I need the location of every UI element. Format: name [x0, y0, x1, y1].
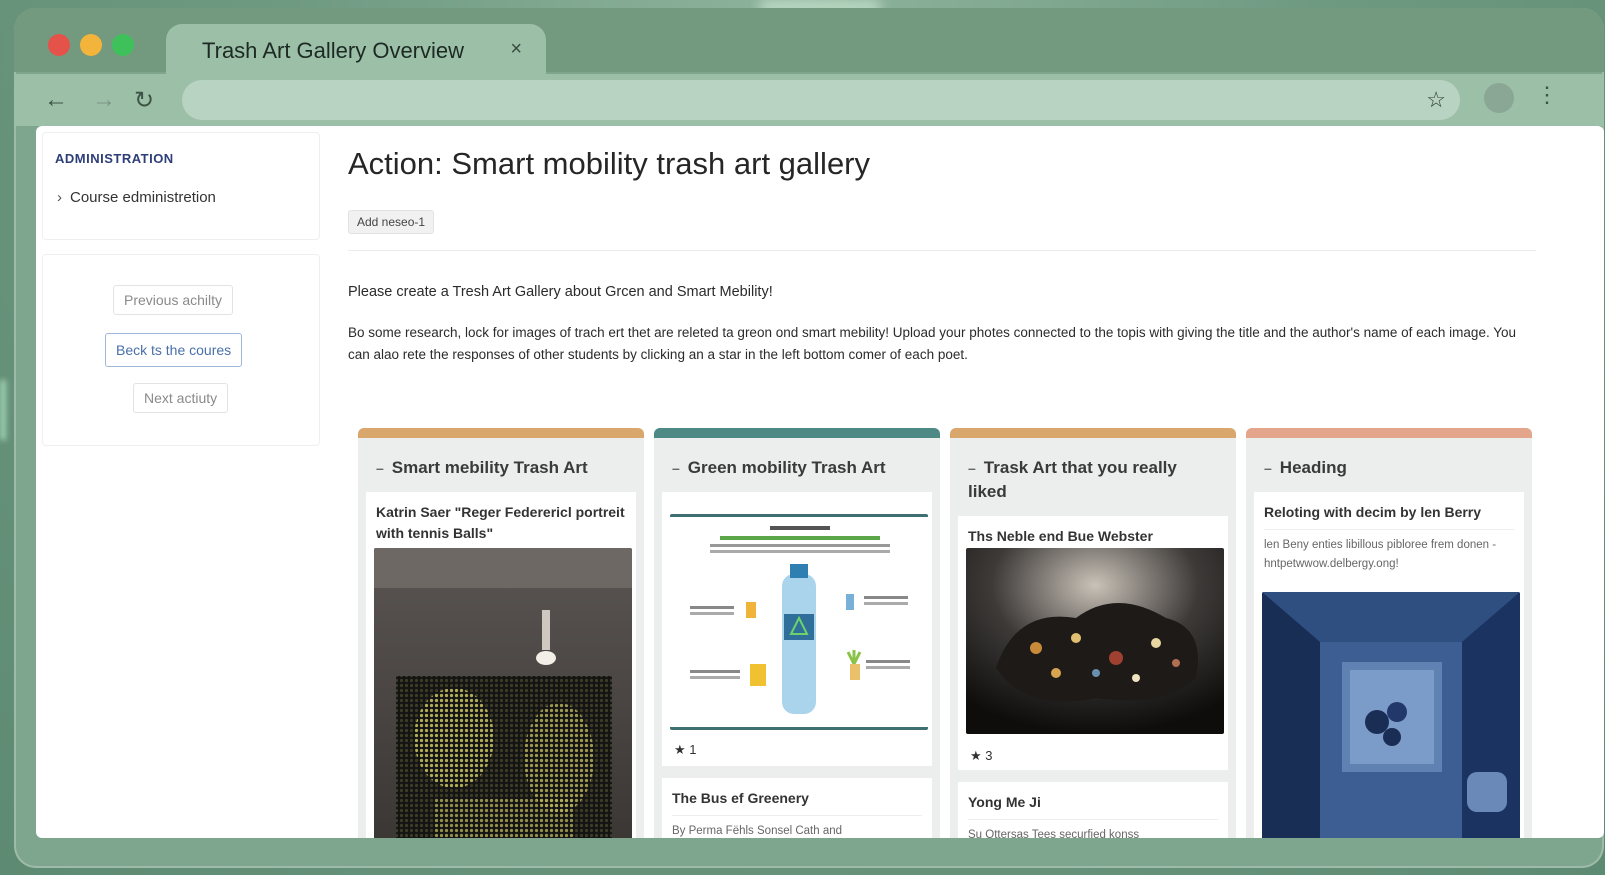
blue-room-photo — [1262, 592, 1520, 838]
maximize-window-button[interactable] — [112, 34, 134, 56]
collapse-icon[interactable]: – — [672, 460, 680, 476]
sidebar: ADMINISTRATION › Course edministretion Pr… — [36, 126, 324, 838]
post-card[interactable]: Katrin Saer "Reger Federericl portreit w… — [366, 492, 636, 838]
address-bar[interactable]: ☆ — [182, 80, 1460, 120]
post-title: Reloting with decim by len Berry — [1264, 504, 1482, 520]
post-subtitle: len Beny enties libillous pibloree frem … — [1264, 529, 1514, 574]
forward-arrow-icon[interactable]: → — [92, 86, 116, 114]
post-card[interactable]: Reloting with decim by len Berry len Ben… — [1254, 492, 1524, 838]
rating-count: 1 — [689, 742, 697, 757]
collapse-icon[interactable]: – — [968, 460, 976, 476]
browser-toolbar: ← → ↻ ☆ ⋮ — [14, 74, 1604, 126]
column-heading[interactable]: – Trask Art that you really liked — [950, 438, 1236, 503]
previous-activity-button[interactable]: Previous achilty — [113, 285, 234, 315]
page-title: Action: Smart mobility trash art gallery — [348, 146, 871, 181]
course-administration-label: Course edministretion — [70, 189, 216, 206]
column-heading-label: Trask Art that you really liked — [968, 458, 1177, 501]
column-accent-bar — [358, 428, 644, 438]
collapse-icon[interactable]: – — [376, 460, 384, 476]
back-to-course-button[interactable]: Beck ts the coures — [105, 333, 243, 367]
post-card[interactable]: Yong Me Ji Su Ottersas Tees securfied ko… — [958, 782, 1228, 838]
rating-count: 3 — [985, 748, 993, 763]
description-text: Bo some research, lock for images of tra… — [348, 325, 1516, 362]
administration-heading: ADMINISTRATION — [55, 151, 174, 166]
post-card[interactable]: The Bus ef Greenery By Perma Fëhls Sonse… — [662, 778, 932, 838]
column-heading[interactable]: – Green mobility Trash Art — [654, 438, 940, 480]
post-image[interactable] — [374, 548, 632, 838]
gallery-column-heading: – Heading Reloting with decim by len Berr… — [1246, 428, 1532, 838]
profile-avatar[interactable] — [1484, 83, 1514, 113]
close-tab-icon[interactable]: × — [510, 38, 522, 61]
window-controls — [48, 34, 134, 56]
next-activity-button[interactable]: Next actiuty — [133, 383, 229, 413]
post-card[interactable]: Ths Neble end Bue Webster ★ 3 — [958, 516, 1228, 770]
browser-window: Trash Art Gallery Overview × ← → ↻ ☆ ⋮ A… — [14, 8, 1604, 868]
close-window-button[interactable] — [48, 34, 70, 56]
add-resource-button[interactable]: Add neseo-1 — [348, 210, 435, 234]
course-administration-link[interactable]: › Course edministretion — [57, 189, 216, 206]
column-accent-bar — [950, 428, 1236, 438]
bookmark-star-icon[interactable]: ☆ — [1426, 87, 1446, 113]
star-icon[interactable]: ★ — [970, 748, 982, 763]
administration-block: ADMINISTRATION › Course edministretion — [42, 132, 320, 240]
minimize-window-button[interactable] — [80, 34, 102, 56]
column-heading-label: Green mobility Trash Art — [687, 458, 886, 477]
tab-title: Trash Art Gallery Overview — [202, 38, 465, 63]
column-accent-bar — [1246, 428, 1532, 438]
post-title: The Bus ef Greenery — [672, 790, 809, 806]
post-card[interactable]: ★ 1 — [662, 492, 932, 766]
gallery-column-green-mobility: – Green mobility Trash Art ★ 1 The Bus e… — [654, 428, 940, 838]
trash-sculpture-photo — [966, 548, 1224, 734]
chevron-right-icon: › — [57, 189, 62, 206]
column-heading[interactable]: – Smart mebility Trash Art — [358, 438, 644, 480]
page-content: ADMINISTRATION › Course edministretion Pr… — [36, 126, 1604, 838]
post-title: Katrin Saer "Reger Federericl portreit w… — [376, 504, 625, 541]
browser-tab[interactable]: Trash Art Gallery Overview × — [166, 24, 546, 74]
column-heading[interactable]: – Heading — [1246, 438, 1532, 480]
post-image[interactable] — [1262, 592, 1520, 838]
rating[interactable]: ★ 1 — [662, 738, 709, 762]
trash-art-photo — [374, 548, 632, 838]
back-arrow-icon[interactable]: ← — [44, 86, 68, 114]
main-area: Action: Smart mobility trash art gallery… — [348, 126, 1604, 838]
post-title: Yong Me Ji — [968, 794, 1041, 810]
post-subtitle: By Perma Fëhls Sonsel Cath and — [672, 815, 922, 838]
post-title: Ths Neble end Bue Webster — [968, 528, 1153, 544]
recycling-infographic — [670, 514, 928, 730]
column-heading-label: Heading — [1279, 458, 1347, 477]
divider — [348, 250, 1536, 251]
post-subtitle: Su Ottersas Tees securfied konss — [968, 819, 1218, 838]
infographic-image[interactable] — [670, 514, 928, 730]
reload-icon[interactable]: ↻ — [134, 86, 154, 115]
tab-strip: Trash Art Gallery Overview × — [14, 8, 1604, 74]
column-accent-bar — [654, 428, 940, 438]
post-image[interactable] — [966, 548, 1224, 734]
column-heading-label: Smart mebility Trash Art — [391, 458, 588, 477]
star-icon[interactable]: ★ — [674, 742, 686, 757]
kebab-menu-icon[interactable]: ⋮ — [1536, 82, 1558, 108]
activity-navigation: Previous achilty Beck ts the coures Next… — [42, 254, 320, 446]
rating[interactable]: ★ 3 — [958, 744, 1005, 768]
gallery-column-liked: – Trask Art that you really liked Ths Neb… — [950, 428, 1236, 838]
intro-text: Please create a Tresh Art Gallery about … — [348, 284, 773, 300]
collapse-icon[interactable]: – — [1264, 460, 1272, 476]
gallery-column-smart-mobility: – Smart mebility Trash Art Katrin Saer "R… — [358, 428, 644, 838]
